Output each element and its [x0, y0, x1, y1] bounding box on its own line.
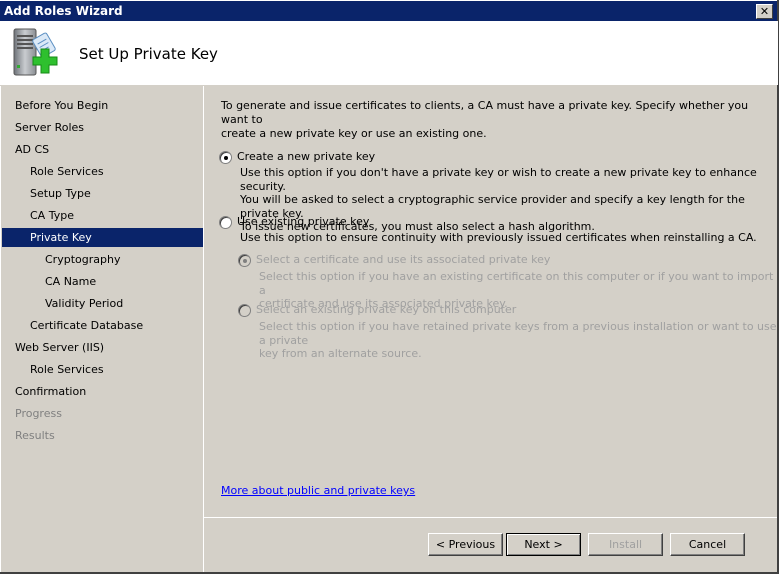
sidebar-item-confirmation[interactable]: Confirmation [2, 382, 203, 401]
use-existing-key-radio[interactable] [219, 216, 232, 229]
title-bar[interactable]: Add Roles Wizard ✕ [0, 0, 777, 22]
wizard-header: Set Up Private Key [0, 21, 778, 85]
sidebar-item-validity-period[interactable]: Validity Period [2, 294, 203, 313]
select-existing-key-label[interactable]: Select an existing private key on this c… [256, 303, 516, 317]
next-button[interactable]: Next > [506, 533, 581, 556]
sidebar-item-role-services[interactable]: Role Services [2, 162, 203, 181]
sidebar-item-before-you-begin[interactable]: Before You Begin [2, 96, 203, 115]
public-private-keys-help-link[interactable]: More about public and private keys [221, 484, 415, 497]
description-line: Select this option if you have retained … [259, 320, 777, 347]
use-existing-key-description: Use this option to ensure continuity wit… [240, 231, 757, 244]
wizard-content: To generate and issue certificates to cl… [204, 86, 777, 516]
select-existing-key-description: Select this option if you have retained … [259, 320, 777, 361]
previous-button[interactable]: < Previous [428, 533, 503, 556]
server-add-icon [13, 28, 58, 76]
sidebar-item-iis-role-services[interactable]: Role Services [2, 360, 203, 379]
sidebar-item-server-roles[interactable]: Server Roles [2, 118, 203, 137]
wizard-steps-sidebar: Before You Begin Server Roles AD CS Role… [0, 86, 204, 572]
install-button: Install [588, 533, 663, 556]
use-existing-key-label[interactable]: Use existing private key [237, 215, 369, 229]
close-button[interactable]: ✕ [756, 4, 773, 19]
sidebar-item-cryptography[interactable]: Cryptography [2, 250, 203, 269]
intro-text: To generate and issue certificates to cl… [221, 99, 751, 141]
cancel-button[interactable]: Cancel [670, 533, 745, 556]
create-new-key-label[interactable]: Create a new private key [237, 150, 375, 164]
sidebar-item-private-key[interactable]: Private Key [2, 228, 203, 247]
sidebar-item-progress: Progress [15, 407, 62, 420]
close-icon: ✕ [759, 5, 770, 18]
create-new-key-radio[interactable] [219, 151, 232, 164]
sidebar-item-certificate-database[interactable]: Certificate Database [2, 316, 203, 335]
window-title: Add Roles Wizard [4, 4, 123, 18]
select-certificate-label[interactable]: Select a certificate and use its associa… [256, 253, 550, 267]
sidebar-item-ca-name[interactable]: CA Name [2, 272, 203, 291]
sidebar-item-setup-type[interactable]: Setup Type [2, 184, 203, 203]
select-certificate-radio[interactable] [238, 254, 251, 267]
description-line: key from an alternate source. [259, 347, 422, 360]
page-title: Set Up Private Key [79, 45, 218, 63]
description-line: Use this option if you don't have a priv… [240, 166, 757, 193]
sidebar-item-ad-cs[interactable]: AD CS [2, 140, 203, 159]
sidebar-item-results: Results [15, 429, 55, 442]
add-roles-wizard-window: Add Roles Wizard ✕ Set Up Private Key Be… [0, 0, 779, 574]
footer-divider [204, 517, 777, 518]
sidebar-item-web-server-iis[interactable]: Web Server (IIS) [2, 338, 203, 357]
description-line: Select this option if you have an existi… [259, 270, 774, 297]
intro-line: create a new private key or use an exist… [221, 127, 487, 140]
sidebar-item-ca-type[interactable]: CA Type [2, 206, 203, 225]
intro-line: To generate and issue certificates to cl… [221, 99, 749, 126]
select-existing-key-radio[interactable] [238, 304, 251, 317]
